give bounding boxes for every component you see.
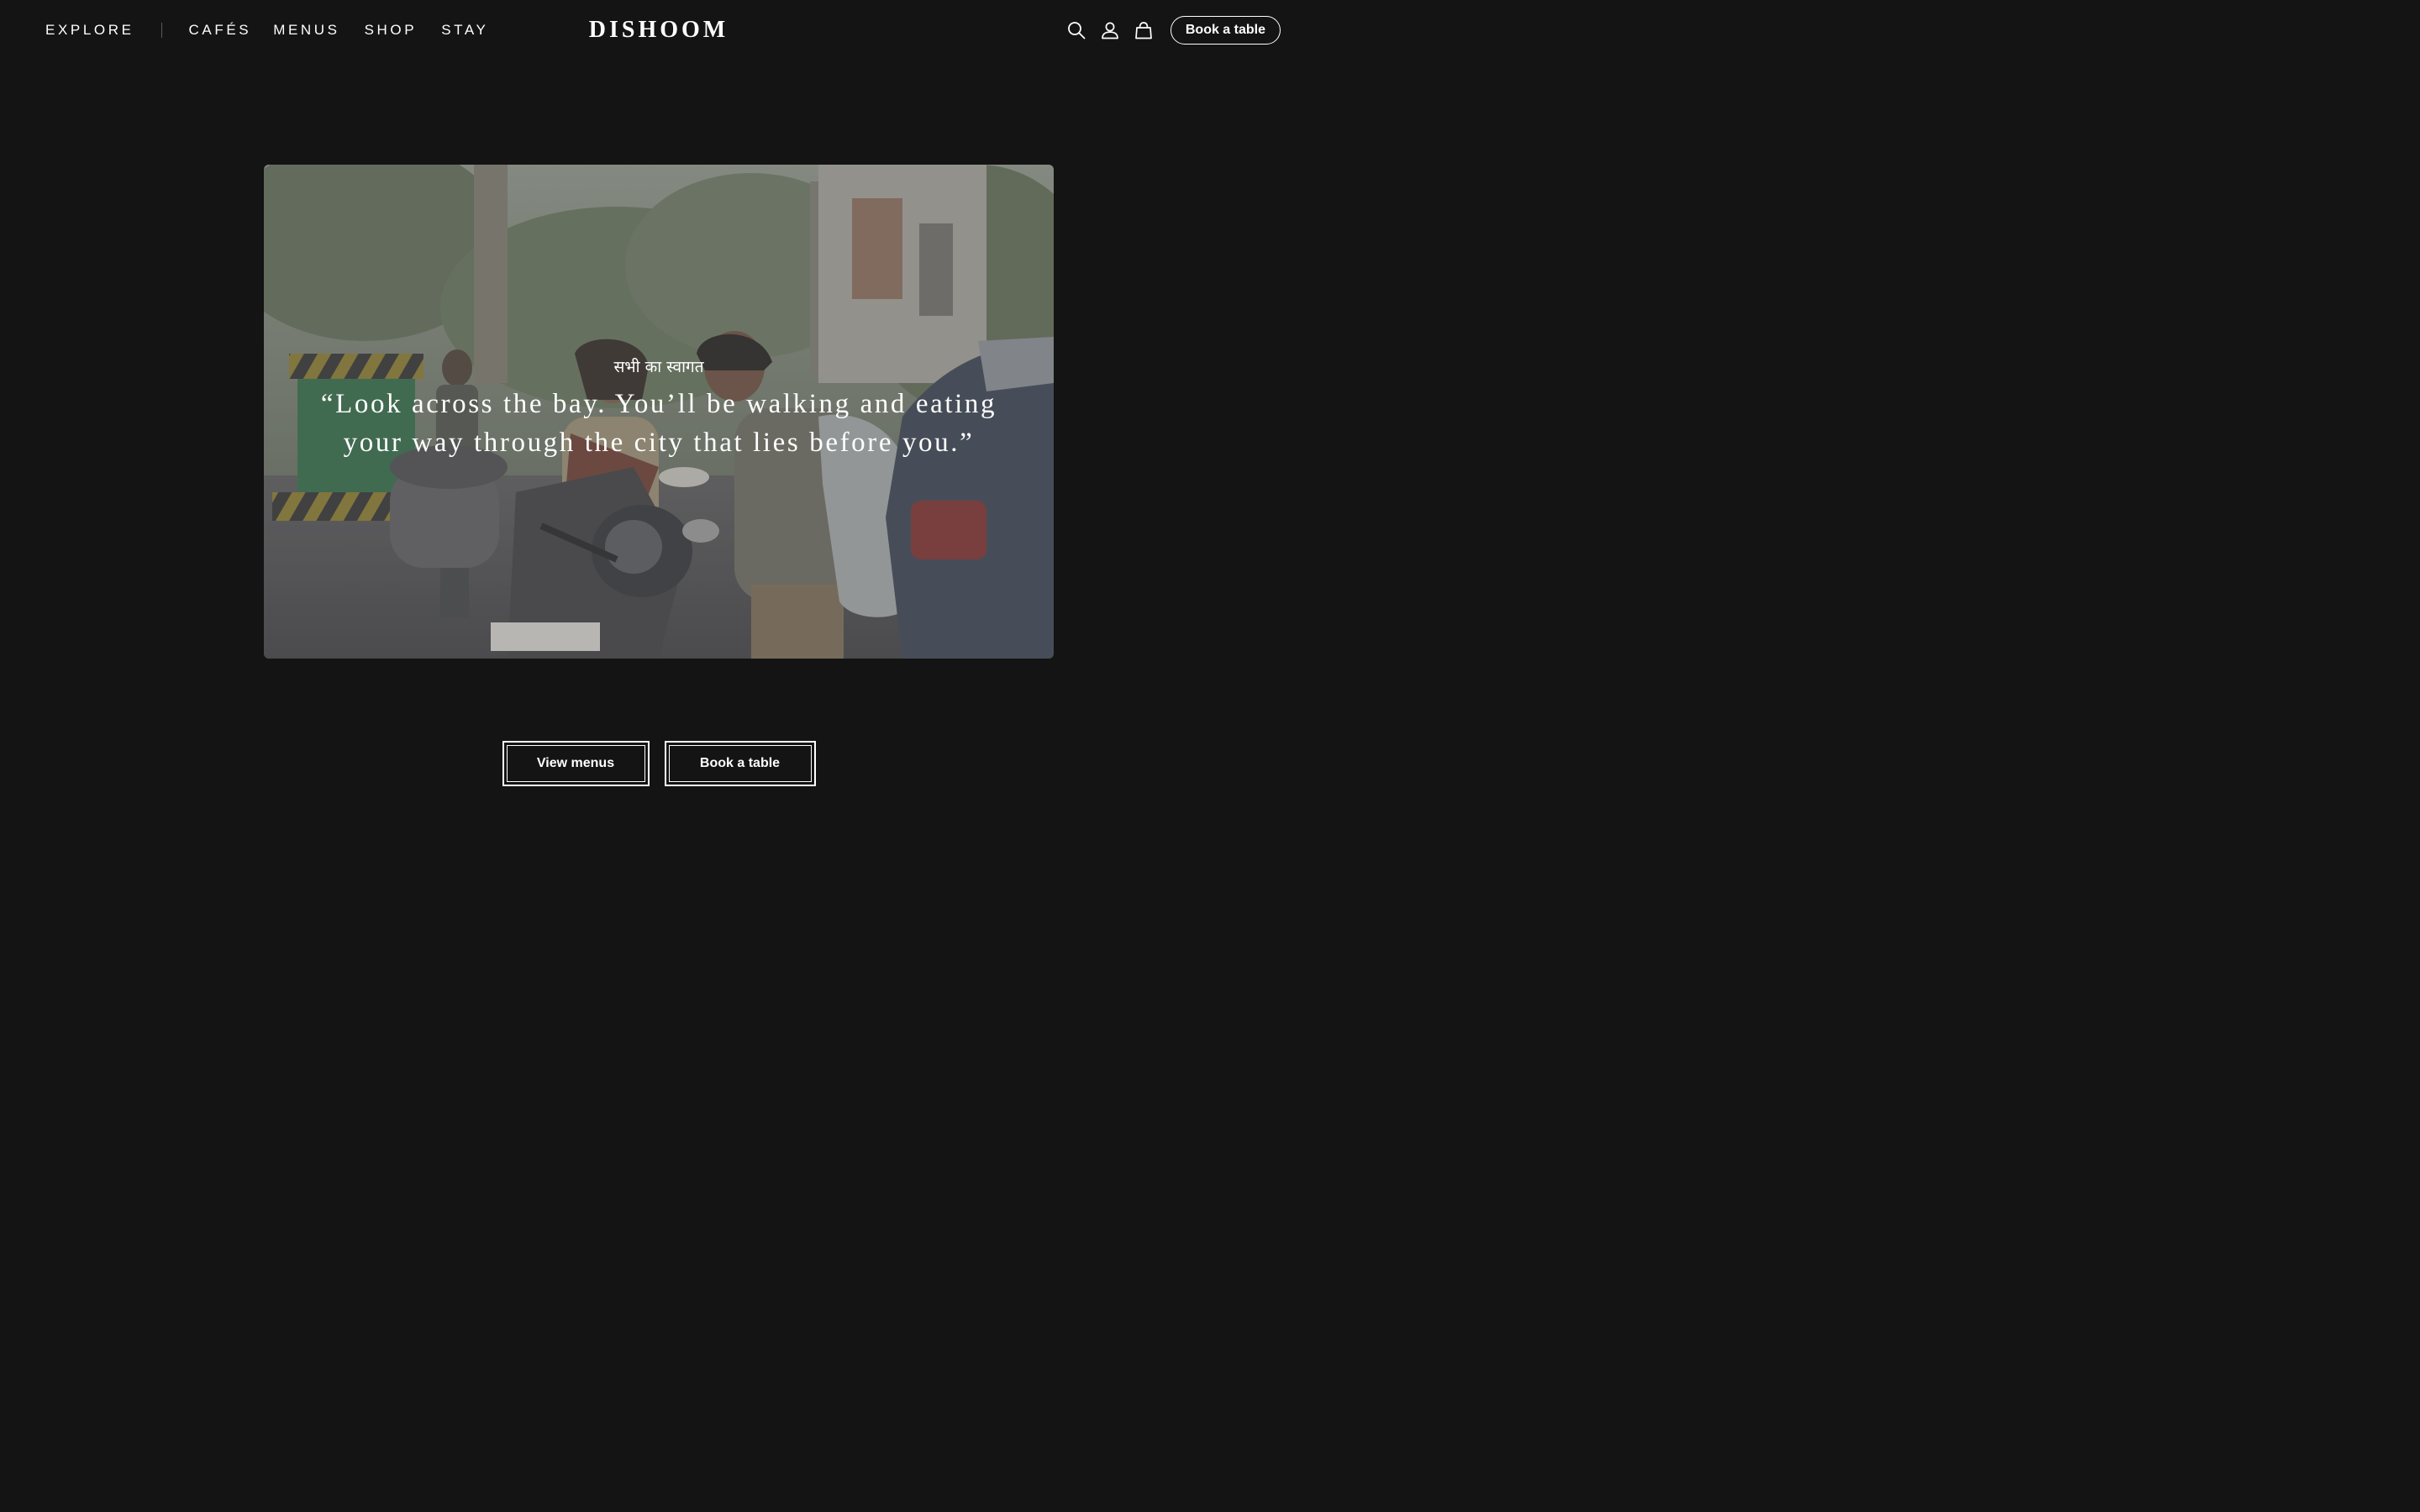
header-actions: Book a table (1066, 0, 1281, 60)
dishoom-logo[interactable]: DISHOOM (589, 17, 729, 44)
nav-cafes[interactable]: CAFÉS (189, 22, 252, 39)
book-a-table-button[interactable]: Book a table (1170, 16, 1281, 45)
hero-banner: सभी का स्वागत “Look across the bay. You’… (264, 165, 1054, 659)
nav-divider (160, 23, 162, 38)
hero-quote: “Look across the bay. You’ll be walking … (320, 389, 997, 458)
primary-nav: EXPLORE CAFÉS MENUS SHOP STAY (45, 0, 488, 60)
view-menus-button[interactable]: View menus (502, 741, 650, 786)
book-table-button[interactable]: Book a table (664, 741, 816, 786)
book-table-label: Book a table (668, 745, 812, 782)
page: EXPLORE CAFÉS MENUS SHOP STAY DISHOOM Bo… (0, 0, 1318, 823)
search-icon[interactable] (1066, 20, 1086, 40)
site-header: EXPLORE CAFÉS MENUS SHOP STAY DISHOOM Bo… (0, 0, 1318, 60)
bag-icon[interactable] (1134, 20, 1154, 40)
nav-menus[interactable]: MENUS (273, 22, 339, 39)
cta-row: View menus Book a table (0, 741, 1318, 786)
nav-stay[interactable]: STAY (441, 22, 488, 39)
account-icon[interactable] (1100, 20, 1120, 40)
hero-kicker: सभी का स्वागत (613, 358, 704, 376)
view-menus-label: View menus (506, 745, 645, 782)
nav-explore[interactable]: EXPLORE (45, 22, 134, 39)
nav-shop[interactable]: SHOP (365, 22, 418, 39)
hero-text: सभी का स्वागत “Look across the bay. You’… (264, 354, 1054, 462)
